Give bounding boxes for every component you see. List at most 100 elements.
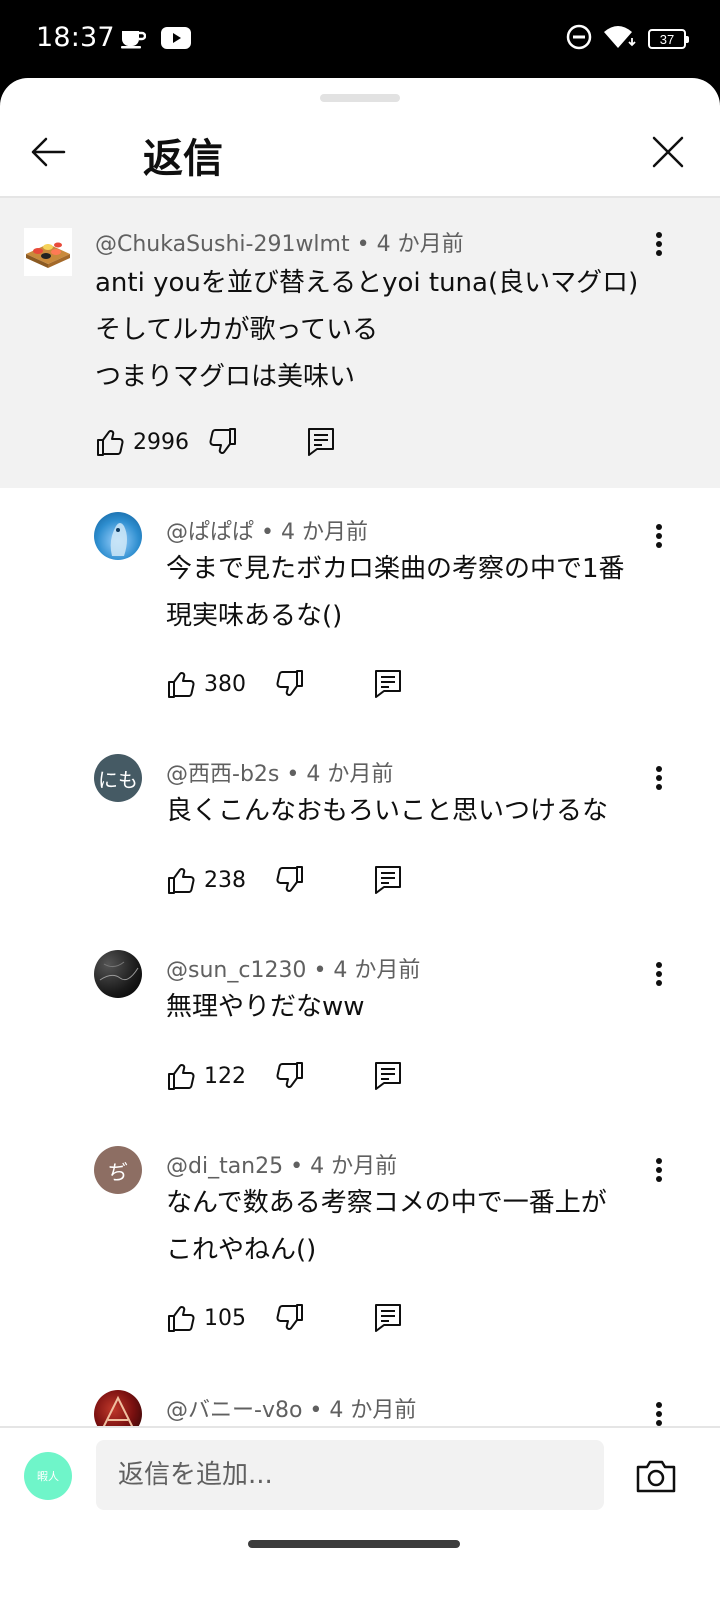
wifi-icon — [602, 24, 638, 54]
meta-separator: • — [309, 1398, 323, 1423]
avatar[interactable] — [94, 1390, 142, 1426]
more-options-button[interactable] — [644, 224, 674, 264]
comment-author[interactable]: @ChukaSushi-291wlmt — [95, 232, 350, 257]
more-options-button[interactable] — [644, 1394, 674, 1426]
comment-actions: 105 — [166, 1298, 408, 1338]
comment-actions: 238 — [166, 860, 408, 900]
thumbs-up-icon — [168, 1064, 195, 1090]
comment-time: 4 か月前 — [310, 1154, 398, 1179]
meta-separator: • — [290, 1154, 304, 1179]
status-right-icons: 37 — [566, 24, 689, 54]
status-time: 18:37 — [36, 22, 115, 53]
comment-icon — [308, 428, 334, 456]
comment-icon — [375, 670, 401, 698]
parent-comment: @ChukaSushi-291wlmt • 4 か月前 anti youを並び替… — [0, 198, 720, 488]
comment-meta: @sun_c1230 • 4 か月前 — [166, 952, 420, 984]
comment-author[interactable]: @ぱぱぱ — [166, 520, 254, 545]
reply-item: @ぱぱぱ • 4 か月前 今まで見たボカロ楽曲の考察の中で1番 現実味あるな()… — [0, 488, 720, 732]
avatar-initials: にも — [98, 767, 138, 792]
meta-separator: • — [356, 232, 370, 257]
reply-button[interactable] — [301, 422, 341, 462]
reply-button[interactable] — [368, 860, 408, 900]
replies-sheet: 返信 @ChukaSushi-291wlmt • 4 か月前 anti youを… — [0, 78, 720, 1600]
tea-cup-icon — [120, 27, 147, 53]
home-indicator[interactable] — [248, 1540, 460, 1548]
dislike-button[interactable] — [270, 1056, 310, 1096]
comment-text: 今まで見たボカロ楽曲の考察の中で1番 現実味あるな() — [166, 554, 625, 631]
comment-time: 4 か月前 — [333, 958, 421, 983]
comment-author[interactable]: @di_tan25 — [166, 1154, 283, 1179]
dislike-button[interactable] — [270, 664, 310, 704]
like-count: 238 — [204, 867, 246, 893]
marble-avatar-image — [99, 961, 139, 981]
thumbs-down-icon — [276, 866, 303, 892]
comment-text: 無理やりだなww — [166, 992, 365, 1022]
avatar[interactable] — [24, 228, 72, 276]
comment-meta: @ChukaSushi-291wlmt • 4 か月前 — [95, 226, 464, 258]
dislike-button[interactable] — [270, 1298, 310, 1338]
comment-author[interactable]: @sun_c1230 — [166, 958, 306, 983]
like-count: 380 — [204, 671, 246, 697]
avatar[interactable]: ぢ — [94, 1146, 142, 1194]
comment-meta: @di_tan25 • 4 か月前 — [166, 1148, 397, 1180]
avatar-initials: ぢ — [108, 1159, 128, 1184]
comment-meta: @ぱぱぱ • 4 か月前 — [166, 514, 368, 546]
avatar[interactable] — [94, 950, 142, 998]
more-vertical-icon — [656, 232, 662, 256]
reply-item: ぢ @di_tan25 • 4 か月前 なんで数ある考察コメの中で一番上が これ… — [0, 1124, 720, 1368]
thumbs-down-icon — [276, 670, 303, 696]
comment-time: 4 か月前 — [281, 520, 368, 545]
like-count: 105 — [204, 1305, 246, 1331]
thumbs-down-icon — [209, 428, 236, 454]
reply-button[interactable] — [368, 664, 408, 704]
reply-button[interactable] — [368, 1298, 408, 1338]
close-button[interactable] — [644, 128, 692, 176]
comment-actions: 2996 — [95, 422, 341, 462]
like-button[interactable]: 238 — [166, 860, 256, 900]
comment-time: 4 か月前 — [329, 1398, 417, 1423]
like-button[interactable]: 105 — [166, 1298, 256, 1338]
comment-text: なんで数ある考察コメの中で一番上が これやねん() — [166, 1188, 607, 1265]
like-button[interactable]: 380 — [166, 664, 256, 704]
comment-author[interactable]: @バニー-v8o — [166, 1398, 302, 1423]
reply-input[interactable] — [96, 1440, 604, 1510]
camera-button[interactable] — [634, 1454, 678, 1498]
page-title: 返信 — [143, 136, 223, 182]
back-button[interactable] — [24, 128, 72, 176]
comment-actions: 122 — [166, 1056, 408, 1096]
close-icon — [652, 136, 684, 168]
comment-author[interactable]: @西西-b2s — [166, 762, 279, 787]
dislike-button[interactable] — [270, 860, 310, 900]
my-avatar: 暇人 — [24, 1452, 72, 1500]
art-avatar-image — [102, 1395, 134, 1426]
reply-button[interactable] — [368, 1056, 408, 1096]
comment-actions: 380 — [166, 664, 408, 704]
more-vertical-icon — [656, 1402, 662, 1426]
like-button[interactable]: 2996 — [95, 422, 189, 462]
comment-text: anti youを並び替えるとyoi tuna(良いマグロ) そしてルカが歌って… — [95, 268, 639, 392]
avatar[interactable]: にも — [94, 754, 142, 802]
meta-separator: • — [313, 958, 327, 983]
thumbs-up-icon — [168, 1306, 195, 1332]
comment-meta: @西西-b2s • 4 か月前 — [166, 756, 393, 788]
dolphin-avatar-image — [110, 523, 127, 556]
reply-item: @sun_c1230 • 4 か月前 無理やりだなww 122 — [0, 928, 720, 1124]
dislike-button[interactable] — [203, 422, 243, 462]
avatar[interactable] — [94, 512, 142, 560]
like-button[interactable]: 122 — [166, 1056, 256, 1096]
arrow-left-icon — [31, 137, 66, 167]
reply-composer: 暇人 — [0, 1426, 720, 1600]
comment-text: 良くこんなおもろいこと思いつけるな — [166, 796, 609, 826]
thumbs-down-icon — [276, 1304, 303, 1330]
sheet-header: 返信 — [0, 108, 720, 196]
camera-icon — [636, 1460, 676, 1493]
comments-list[interactable]: @ChukaSushi-291wlmt • 4 か月前 anti youを並び替… — [0, 198, 720, 1426]
meta-separator: • — [261, 520, 274, 545]
status-bar: 18:37 37 — [0, 0, 720, 80]
thumbs-up-icon — [97, 430, 124, 456]
sushi-avatar-image — [26, 242, 70, 268]
like-count: 122 — [204, 1063, 246, 1089]
like-count: 2996 — [133, 429, 189, 455]
comment-time: 4 か月前 — [376, 232, 464, 257]
drag-handle[interactable] — [320, 94, 400, 102]
